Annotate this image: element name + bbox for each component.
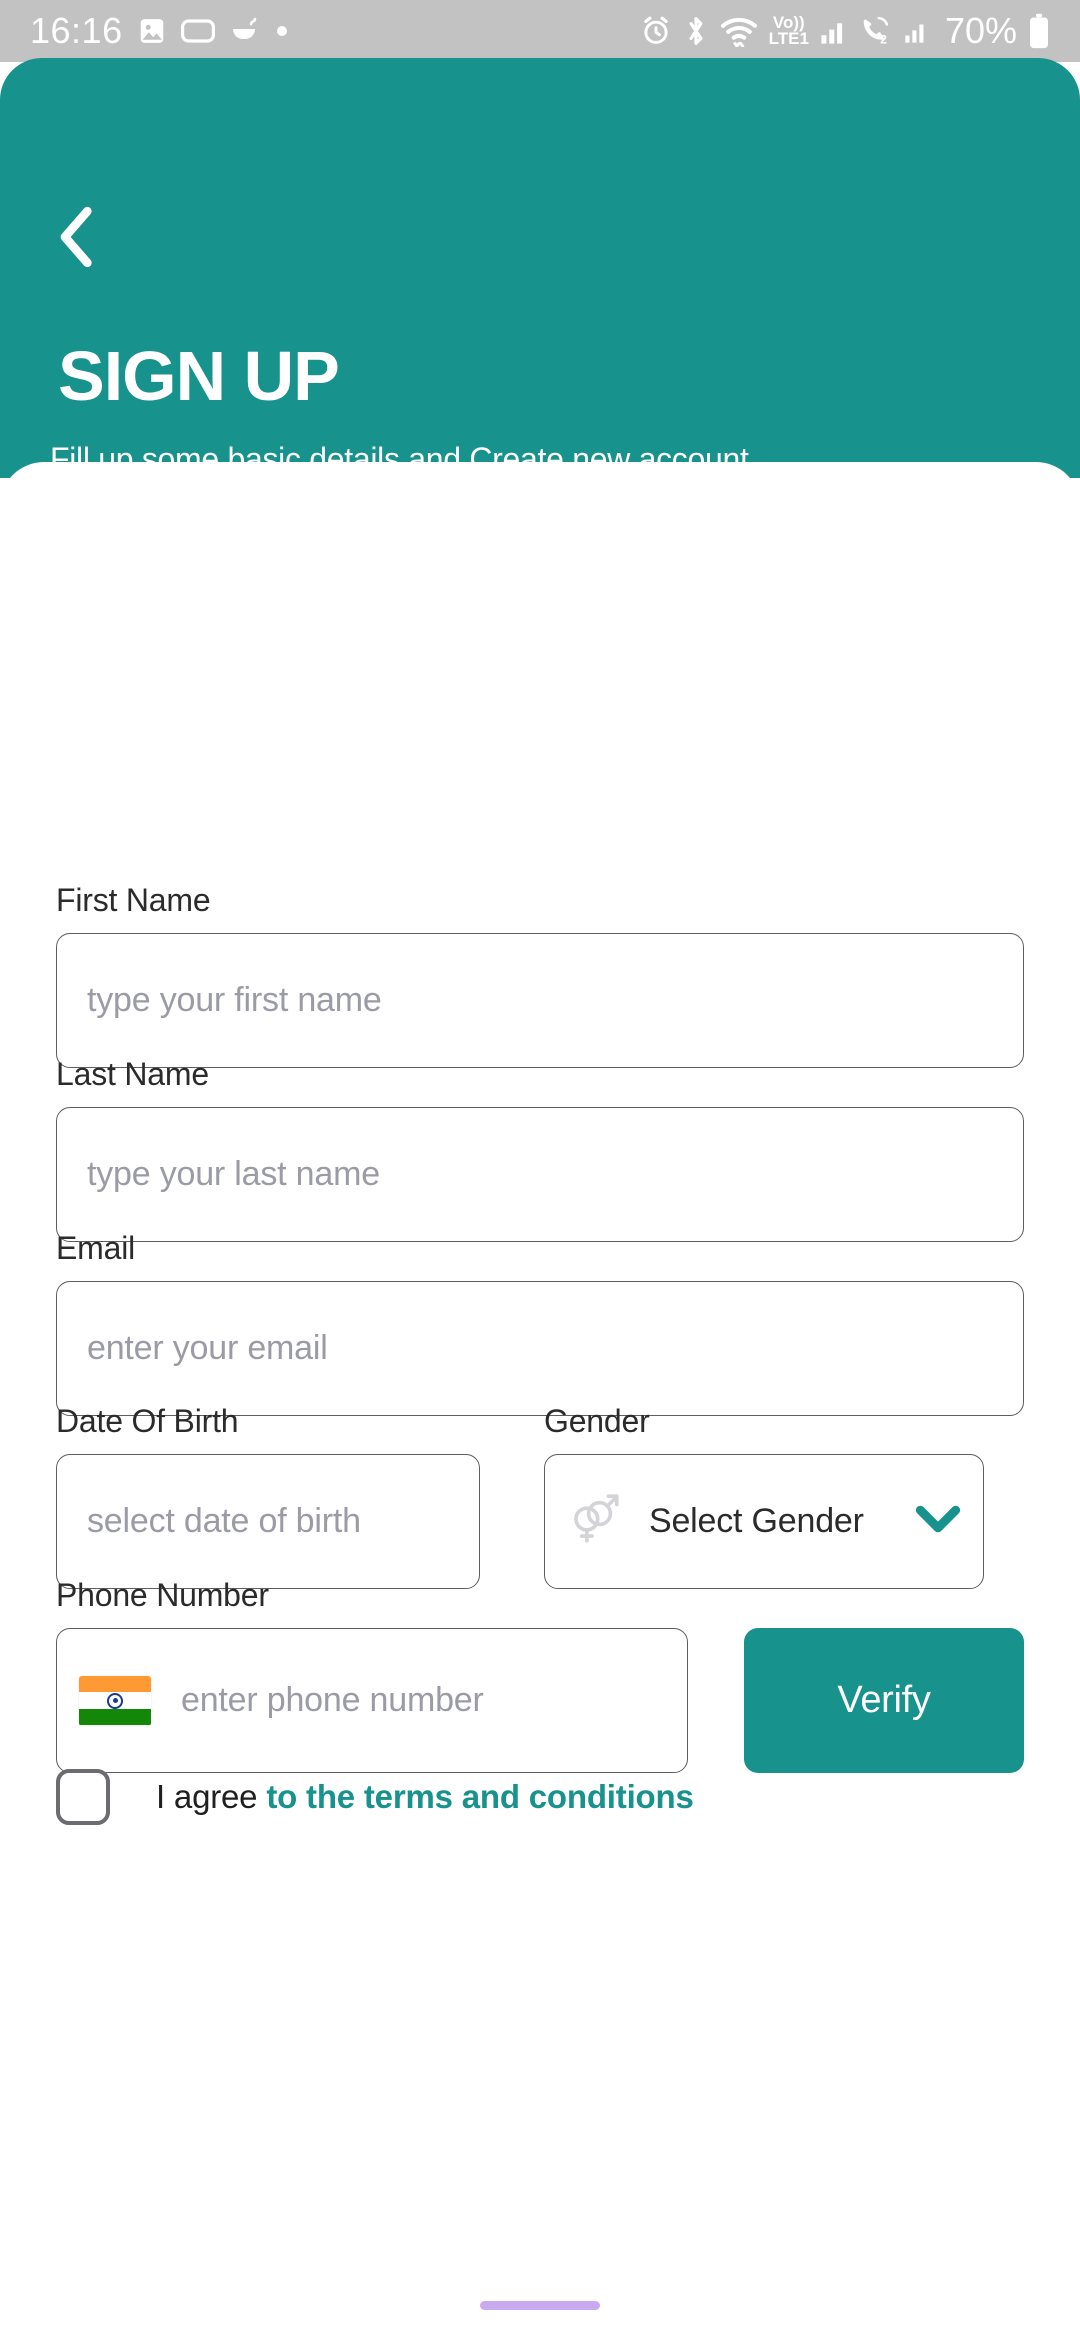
alarm-icon <box>640 15 672 47</box>
wifi-icon <box>720 15 758 47</box>
first-name-placeholder: type your first name <box>87 981 382 1019</box>
app-icon <box>229 16 261 46</box>
status-bar-left: 16:16 <box>30 10 289 52</box>
gender-select[interactable]: Select Gender <box>544 1454 984 1589</box>
photo-icon <box>137 16 167 46</box>
dot-icon <box>275 24 289 38</box>
terms-checkbox[interactable] <box>56 1769 110 1825</box>
dob-input[interactable]: select date of birth <box>56 1454 480 1589</box>
india-flag-icon[interactable] <box>79 1675 151 1726</box>
verify-button[interactable]: Verify <box>744 1628 1024 1773</box>
chevron-left-icon <box>56 206 98 273</box>
status-bar-clock: 16:16 <box>30 10 123 51</box>
email-placeholder: enter your email <box>87 1329 328 1367</box>
gender-label: Gender <box>544 1403 650 1439</box>
first-name-label: First Name <box>56 882 211 918</box>
phone-row: enter phone number Verify <box>56 1628 1024 1773</box>
phone-label: Phone Number <box>56 1577 269 1613</box>
dob-placeholder: select date of birth <box>87 1502 361 1540</box>
signal-2-icon <box>904 17 930 45</box>
phone-placeholder: enter phone number <box>181 1681 484 1719</box>
terms-row: I agree to the terms and conditions <box>56 1769 1024 1825</box>
phone-field: Phone Number enter phone number Verify <box>56 1577 1024 1773</box>
first-name-input[interactable]: type your first name <box>56 933 1024 1068</box>
signup-form-sheet: First Name type your first name Last Nam… <box>0 462 1080 2340</box>
last-name-input[interactable]: type your last name <box>56 1107 1024 1242</box>
gender-select-content: Select Gender <box>567 1490 864 1553</box>
last-name-label: Last Name <box>56 1056 209 1092</box>
ashoka-chakra-icon <box>107 1692 123 1709</box>
gender-symbols-icon <box>567 1490 623 1553</box>
phone-input[interactable]: enter phone number <box>56 1628 688 1773</box>
dob-label: Date Of Birth <box>56 1403 239 1439</box>
sim2-label: 2 <box>880 32 887 46</box>
email-label: Email <box>56 1230 136 1266</box>
bluetooth-icon <box>683 15 709 47</box>
battery-icon <box>1028 13 1050 49</box>
status-bar-right: Vo)) LTE1 2 70% <box>640 10 1050 52</box>
chevron-down-icon[interactable] <box>915 1504 961 1539</box>
first-name-field: First Name type your first name <box>56 882 1024 1068</box>
last-name-placeholder: type your last name <box>87 1155 380 1193</box>
gender-field: Gender Select Gender <box>512 1403 1024 1589</box>
status-bar: 16:16 Vo)) LTE1 2 70% <box>0 0 1080 62</box>
last-name-field: Last Name type your last name <box>56 1056 1024 1242</box>
battery-percent-label: 70% <box>944 10 1017 51</box>
terms-plain-text: I agree <box>156 1778 267 1815</box>
signup-header: SIGN UP Fill up some basic details and C… <box>0 58 1080 478</box>
volte-icon: Vo)) LTE1 <box>768 15 809 48</box>
screen-record-icon <box>180 18 215 44</box>
back-button[interactable] <box>44 206 110 272</box>
signal-1-icon <box>820 17 848 45</box>
terms-and-conditions-link[interactable]: to the terms and conditions <box>266 1778 693 1815</box>
lte-label: LTE1 <box>768 29 809 48</box>
page-title: SIGN UP <box>58 337 340 415</box>
home-indicator[interactable] <box>480 2301 600 2310</box>
call-sim2-icon: 2 <box>859 16 893 46</box>
terms-text: I agree to the terms and conditions <box>156 1778 694 1816</box>
email-input[interactable]: enter your email <box>56 1281 1024 1416</box>
dob-field: Date Of Birth select date of birth <box>56 1403 512 1589</box>
gender-selected-value: Select Gender <box>649 1502 864 1540</box>
email-field: Email enter your email <box>56 1230 1024 1416</box>
